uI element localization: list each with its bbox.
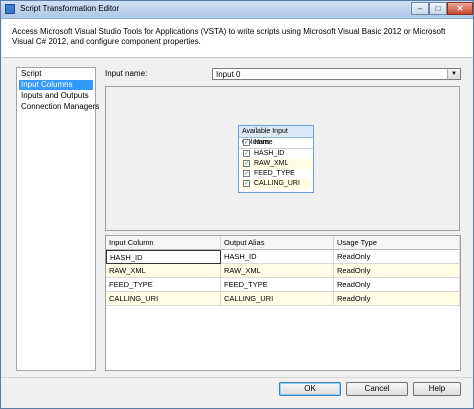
available-column-row: ✓ RAW_XML: [239, 159, 313, 169]
usage-type-cell[interactable]: ReadOnly: [334, 278, 460, 292]
column-checkbox-calling-uri[interactable]: ✓: [243, 180, 250, 187]
app-icon: [5, 4, 15, 14]
output-alias-cell[interactable]: FEED_TYPE: [221, 278, 334, 292]
output-alias-cell[interactable]: RAW_XML: [221, 264, 334, 278]
input-column-cell[interactable]: RAW_XML: [106, 264, 221, 278]
table-row: CALLING_URI CALLING_URI ReadOnly: [106, 292, 460, 306]
ok-button[interactable]: OK: [279, 382, 341, 396]
available-input-columns-box: Available Input Columns ✓ Name ✓ HASH_ID…: [238, 125, 314, 193]
script-transformation-editor-window: Script Transformation Editor – □ ✕ Acces…: [0, 0, 474, 409]
footer-divider: [1, 377, 473, 378]
usage-type-header[interactable]: Usage Type: [334, 236, 460, 250]
input-column-cell[interactable]: CALLING_URI: [106, 292, 221, 306]
chevron-down-icon[interactable]: ▼: [447, 69, 460, 79]
description-panel: Access Microsoft Visual Studio Tools for…: [2, 19, 473, 58]
available-column-row: ✓ CALLING_URI: [239, 179, 313, 189]
select-all-checkbox[interactable]: ✓: [243, 139, 250, 146]
input-column-cell[interactable]: HASH_ID: [106, 250, 221, 264]
minimize-button[interactable]: –: [411, 2, 429, 15]
nav-item-input-columns[interactable]: Input Columns: [19, 80, 93, 90]
nav-item-inputs-and-outputs[interactable]: Inputs and Outputs: [19, 91, 93, 101]
input-name-value: Input 0: [216, 70, 241, 79]
usage-type-cell[interactable]: ReadOnly: [334, 264, 460, 278]
close-button[interactable]: ✕: [447, 2, 473, 15]
input-name-dropdown[interactable]: Input 0 ▼: [212, 68, 461, 80]
output-alias-cell[interactable]: CALLING_URI: [221, 292, 334, 306]
column-checkbox-raw-xml[interactable]: ✓: [243, 160, 250, 167]
available-columns-header-row: ✓ Name: [239, 138, 313, 149]
table-row: RAW_XML RAW_XML ReadOnly: [106, 264, 460, 278]
description-text: Access Microsoft Visual Studio Tools for…: [12, 27, 446, 46]
input-column-cell[interactable]: FEED_TYPE: [106, 278, 221, 292]
nav-item-connection-managers[interactable]: Connection Managers: [19, 102, 99, 112]
name-column-header: Name: [254, 139, 273, 146]
title-bar[interactable]: Script Transformation Editor – □ ✕: [1, 1, 473, 19]
column-checkbox-feed-type[interactable]: ✓: [243, 170, 250, 177]
cancel-button[interactable]: Cancel: [346, 382, 408, 396]
column-name: CALLING_URI: [254, 180, 300, 187]
window-title: Script Transformation Editor: [20, 4, 120, 13]
available-column-row: ✓ FEED_TYPE: [239, 169, 313, 179]
input-column-header[interactable]: Input Column: [106, 236, 221, 250]
output-alias-cell[interactable]: HASH_ID: [221, 250, 334, 264]
input-columns-grid: Input Column Output Alias Usage Type HAS…: [105, 235, 461, 371]
column-name: FEED_TYPE: [254, 170, 295, 177]
column-checkbox-hash-id[interactable]: ✓: [243, 150, 250, 157]
column-name: HASH_ID: [254, 150, 285, 157]
output-alias-header[interactable]: Output Alias: [221, 236, 334, 250]
available-column-row: ✓ HASH_ID: [239, 149, 313, 159]
available-columns-title: Available Input Columns: [239, 126, 313, 146]
maximize-button[interactable]: □: [429, 2, 447, 15]
column-name: RAW_XML: [254, 160, 289, 167]
page-navigation: Script Input Columns Inputs and Outputs …: [16, 67, 99, 371]
table-row: FEED_TYPE FEED_TYPE ReadOnly: [106, 278, 460, 292]
usage-type-cell[interactable]: ReadOnly: [334, 292, 460, 306]
nav-item-script[interactable]: Script: [19, 69, 93, 79]
input-name-label: Input name:: [105, 69, 148, 78]
help-button[interactable]: Help: [413, 382, 461, 396]
table-row: HASH_ID HASH_ID ReadOnly: [106, 250, 460, 264]
grid-header-row: Input Column Output Alias Usage Type: [106, 236, 460, 250]
usage-type-cell[interactable]: ReadOnly: [334, 250, 460, 264]
